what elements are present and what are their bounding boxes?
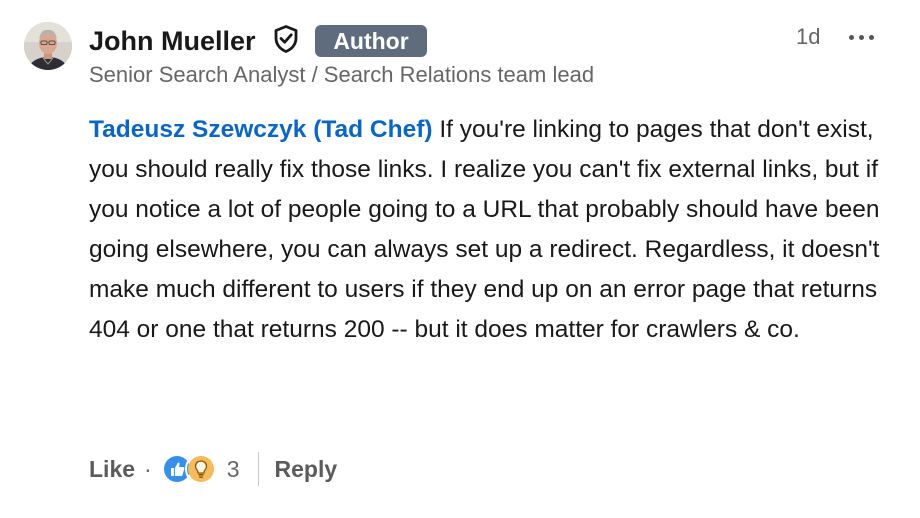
reaction-count: 3: [226, 455, 240, 482]
reply-button[interactable]: Reply: [275, 456, 338, 483]
like-button[interactable]: Like: [89, 456, 135, 483]
author-badge: Author: [315, 25, 427, 57]
shield-check-icon: [272, 24, 300, 54]
separator-dot: ·: [144, 455, 152, 482]
author-name[interactable]: John Mueller: [89, 22, 256, 60]
comment-body: Tadeusz Szewczyk (Tad Chef) If you're li…: [89, 110, 894, 350]
reactions-summary[interactable]: 3: [160, 453, 240, 485]
more-options-button[interactable]: [843, 24, 879, 50]
comment-actions: Like · 3 Reply: [89, 448, 337, 490]
timestamp: 1d: [796, 24, 821, 49]
avatar-photo: [24, 22, 72, 70]
author-headline: Senior Search Analyst / Search Relations…: [89, 62, 595, 87]
mention-link[interactable]: Tadeusz Szewczyk (Tad Chef): [89, 116, 433, 143]
comment-text: If you're linking to pages that don't ex…: [89, 116, 880, 343]
avatar[interactable]: [24, 22, 72, 70]
more-horizontal-icon: [848, 34, 874, 40]
action-divider: [257, 452, 259, 486]
insightful-reaction-icon: [184, 453, 217, 485]
